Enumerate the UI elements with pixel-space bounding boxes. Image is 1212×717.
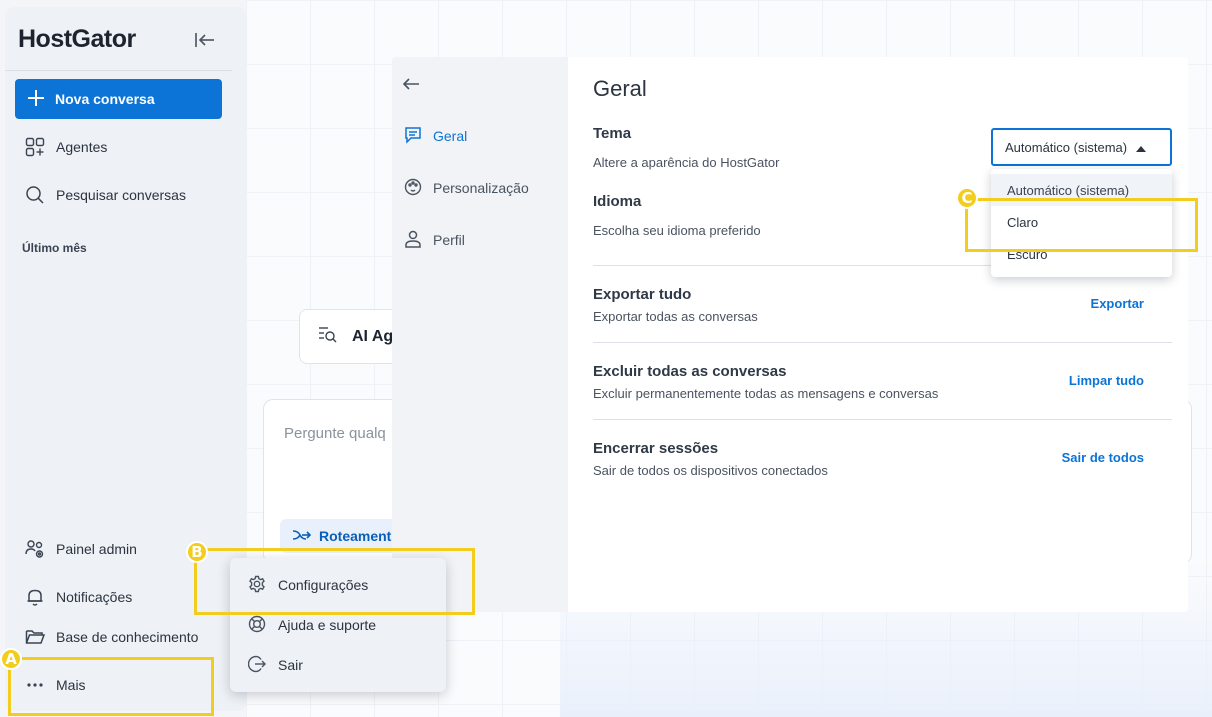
back-button[interactable] — [400, 75, 422, 97]
theme-option-automatic[interactable]: Automático (sistema) — [991, 174, 1172, 206]
list-search-icon — [318, 325, 338, 348]
new-conversation-button[interactable]: Nova conversa — [15, 79, 222, 119]
sign-out-all-button[interactable]: Sair de todos — [1062, 450, 1144, 465]
badge-a: A — [0, 648, 22, 670]
language-description: Escolha seu idioma preferido — [593, 223, 761, 238]
theme-select-value: Automático (sistema) — [1005, 139, 1128, 155]
palette-icon — [404, 178, 422, 199]
plus-icon — [27, 89, 45, 110]
collapse-icon — [194, 31, 216, 54]
settings-nav-label: Perfil — [433, 232, 465, 248]
export-title: Exportar tudo — [593, 286, 692, 303]
agent-card-label: AI Ag — [352, 327, 394, 345]
theme-description: Altere a aparência do HostGator — [593, 155, 780, 170]
language-title: Idioma — [593, 193, 642, 210]
more-dots-icon — [25, 675, 45, 695]
theme-dropdown: Automático (sistema) Claro Escuro — [991, 169, 1172, 277]
theme-option-light[interactable]: Claro — [991, 206, 1172, 238]
page-title: Geral — [593, 76, 647, 101]
new-conversation-label: Nova conversa — [55, 91, 155, 107]
badge-b: B — [186, 541, 208, 563]
settings-nav-general[interactable]: Geral — [404, 121, 564, 151]
brand-logo: HostGator — [18, 25, 136, 53]
gear-icon — [248, 575, 266, 596]
sidebar-item-search[interactable]: Pesquisar conversas — [15, 177, 225, 213]
routing-chip-label: Roteamento — [319, 528, 400, 544]
sidebar-item-agents[interactable]: Agentes — [15, 129, 225, 165]
logout-icon — [247, 655, 266, 676]
theme-option-dark[interactable]: Escuro — [991, 238, 1172, 270]
routing-chip[interactable]: Roteamento — [280, 519, 410, 553]
settings-modal: Geral Personalização Perfil Geral Tema A… — [392, 57, 1188, 612]
sidebar-divider — [5, 70, 232, 71]
collapse-sidebar-button[interactable] — [192, 29, 218, 55]
lifebuoy-icon — [248, 615, 266, 636]
menu-item-label: Ajuda e suporte — [278, 617, 377, 633]
delete-all-title: Excluir todas as conversas — [593, 363, 787, 380]
settings-nav-profile[interactable]: Perfil — [404, 225, 564, 255]
sidebar-item-knowledge-base[interactable]: Base de conhecimento — [15, 619, 225, 655]
sidebar-item-label: Pesquisar conversas — [56, 187, 186, 203]
agents-icon — [25, 137, 45, 157]
folder-icon — [25, 627, 45, 647]
menu-item-label: Sair — [278, 657, 303, 673]
settings-nav-label: Personalização — [433, 180, 529, 196]
sidebar: HostGator Nova conversa Agentes Pesquisa… — [5, 7, 247, 711]
export-description: Exportar todas as conversas — [593, 309, 758, 324]
menu-item-label: Configurações — [278, 577, 369, 593]
export-button[interactable]: Exportar — [1091, 296, 1144, 311]
settings-content: Geral Tema Altere a aparência do HostGat… — [592, 57, 1172, 612]
sidebar-item-label: Agentes — [56, 139, 108, 155]
theme-title: Tema — [593, 125, 632, 142]
clear-all-button[interactable]: Limpar tudo — [1069, 373, 1144, 388]
section-label-last-month: Último mês — [22, 241, 87, 255]
end-sessions-description: Sair de todos os dispositivos conectados — [593, 463, 828, 478]
sidebar-item-label: Mais — [56, 677, 86, 693]
divider — [593, 342, 1172, 343]
sidebar-item-notifications[interactable]: Notificações — [15, 579, 225, 615]
end-sessions-title: Encerrar sessões — [593, 440, 719, 457]
caret-up-icon — [1136, 140, 1147, 155]
sidebar-item-label: Notificações — [56, 589, 133, 605]
search-icon — [25, 185, 45, 205]
sidebar-item-more[interactable]: Mais — [15, 667, 225, 703]
sidebar-item-label: Base de conhecimento — [56, 629, 199, 645]
settings-nav-label: Geral — [433, 128, 468, 144]
sidebar-item-label: Painel admin — [56, 541, 137, 557]
settings-nav: Geral Personalização Perfil — [392, 57, 568, 612]
theme-select[interactable]: Automático (sistema) — [991, 128, 1172, 166]
more-popup-menu: Configurações Ajuda e suporte Sair — [230, 558, 446, 692]
person-icon — [404, 230, 422, 251]
routing-icon — [292, 528, 312, 544]
menu-item-logout[interactable]: Sair — [230, 646, 446, 684]
arrow-left-icon — [402, 77, 420, 96]
settings-nav-personalization[interactable]: Personalização — [404, 173, 564, 203]
delete-all-description: Excluir permanentemente todas as mensage… — [593, 386, 939, 401]
bell-icon — [25, 587, 45, 607]
divider — [593, 419, 1172, 420]
admin-users-icon — [25, 539, 45, 559]
menu-item-settings[interactable]: Configurações — [230, 566, 446, 604]
chat-icon — [404, 126, 422, 147]
prompt-placeholder: Pergunte qualq — [284, 425, 386, 442]
menu-item-help[interactable]: Ajuda e suporte — [230, 606, 446, 644]
badge-c: C — [956, 187, 978, 209]
